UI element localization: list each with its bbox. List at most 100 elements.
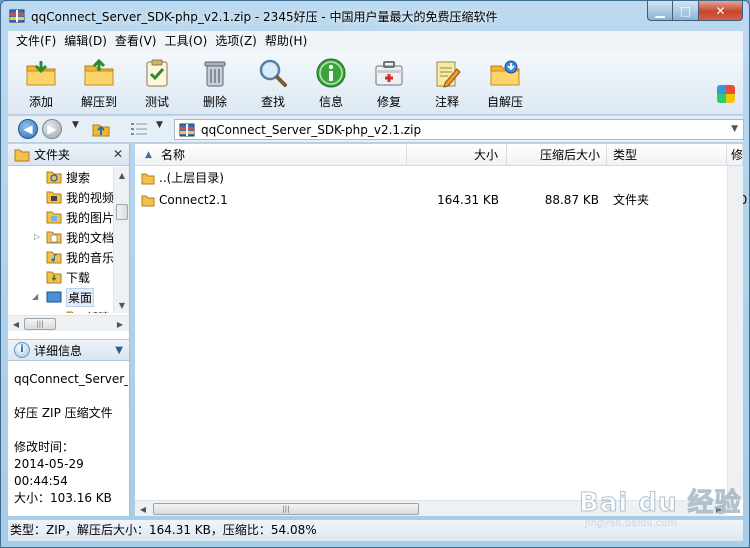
scroll-thumb[interactable]: ||| bbox=[24, 318, 56, 330]
test-label: 测试 bbox=[144, 95, 169, 109]
column-header-packed[interactable]: 压缩后大小 bbox=[507, 144, 607, 166]
comment-button[interactable]: 注释 bbox=[418, 51, 476, 113]
table-row[interactable]: Connect2.1 164.31 KB 88.87 KB 文件夹 20 bbox=[135, 189, 747, 211]
add-folder-icon bbox=[26, 61, 56, 86]
tree-item-new[interactable]: 新建 bbox=[66, 307, 110, 313]
sfx-label: 自解压 bbox=[486, 95, 523, 109]
left-pane: 文件夹 ✕ 搜索 我的视频 ▷ 我的图片 我的文档 我的音乐 下载 ◢ 桌面 ▲… bbox=[8, 144, 130, 516]
column-header-label: 压缩后大小 bbox=[539, 148, 600, 162]
add-button[interactable]: 添加 bbox=[12, 51, 70, 113]
address-field[interactable]: qqConnect_Server_SDK-php_v2.1.zip ▼ bbox=[174, 119, 744, 140]
back-button[interactable]: ◀ bbox=[18, 119, 38, 139]
tree-item-documents[interactable]: 我的文档 bbox=[46, 227, 113, 247]
status-text: 类型：ZIP，解压后大小：164.31 KB，压缩比：54.08% bbox=[10, 523, 317, 537]
column-header-name[interactable]: ▲ 名称 bbox=[135, 144, 407, 166]
tree-item-label: 搜索 bbox=[66, 170, 91, 185]
parent-folder-icon bbox=[141, 173, 155, 184]
detail-filename: qqConnect_Server_ bbox=[14, 372, 128, 386]
skin-icon[interactable] bbox=[717, 85, 735, 103]
minimize-icon: ▁ bbox=[655, 3, 665, 18]
find-button[interactable]: 查找 bbox=[244, 51, 302, 113]
tree-item-label: 下载 bbox=[66, 270, 91, 285]
tree-item-label: 我的音乐 bbox=[66, 250, 113, 265]
zip-file-icon bbox=[179, 123, 195, 136]
arrow-left-icon: ◀ bbox=[23, 122, 33, 136]
table-row[interactable]: ..(上层目录) bbox=[135, 167, 727, 189]
tree-item-music[interactable]: 我的音乐 bbox=[46, 247, 113, 267]
folders-pane-header: 文件夹 ✕ bbox=[8, 144, 129, 166]
folder-icon bbox=[141, 195, 155, 206]
detail-modified-date: 2014-05-29 bbox=[14, 457, 84, 471]
document-folder-icon bbox=[46, 231, 62, 244]
info-label: 信息 bbox=[318, 95, 343, 109]
tree-item-desktop[interactable]: 桌面 bbox=[46, 287, 95, 307]
scroll-thumb[interactable]: ||| bbox=[153, 503, 419, 515]
info-icon: i bbox=[14, 342, 30, 358]
chevron-down-icon[interactable]: ◢ bbox=[32, 292, 38, 301]
column-header-type[interactable]: 类型 bbox=[607, 144, 727, 166]
test-button[interactable]: 测试 bbox=[128, 51, 186, 113]
download-folder-icon bbox=[46, 271, 62, 284]
detail-spacer bbox=[14, 388, 128, 405]
file-name: ..(上层目录) bbox=[159, 171, 224, 185]
extract-button[interactable]: 解压到 bbox=[70, 51, 128, 113]
chevron-down-icon[interactable]: ▼ bbox=[731, 124, 738, 134]
details-pane-header[interactable]: i 详细信息 ▼ bbox=[8, 339, 129, 361]
sfx-folder-icon bbox=[490, 60, 520, 86]
info-button[interactable]: 信息 bbox=[302, 51, 360, 113]
tree-item-label: 我的图片 bbox=[66, 210, 113, 225]
scroll-left-icon[interactable]: ◀ bbox=[135, 501, 151, 517]
repair-button[interactable]: 修复 bbox=[360, 51, 418, 113]
close-button[interactable]: ✕ bbox=[699, 1, 743, 21]
folder-tree-vscrollbar[interactable]: ▲ ▼ bbox=[113, 167, 129, 313]
menu-edit[interactable]: 编辑(D) bbox=[60, 31, 111, 51]
tree-item-search[interactable]: 搜索 bbox=[46, 167, 90, 187]
menu-options[interactable]: 选项(Z) bbox=[211, 31, 261, 51]
scroll-left-icon[interactable]: ◀ bbox=[8, 316, 24, 332]
minimize-button[interactable]: ▁ bbox=[647, 1, 673, 21]
forward-button[interactable]: ▶ bbox=[42, 119, 62, 139]
menu-tools[interactable]: 工具(O) bbox=[160, 31, 211, 51]
column-header-modified[interactable]: 修 bbox=[727, 144, 743, 166]
chevron-down-icon[interactable]: ▼ bbox=[115, 345, 123, 356]
arrow-right-icon: ▶ bbox=[47, 122, 57, 136]
file-packed-size: 88.87 KB bbox=[544, 193, 599, 207]
history-dropdown-icon[interactable]: ▼ bbox=[72, 120, 79, 130]
view-mode-icon[interactable] bbox=[131, 123, 147, 135]
menu-view[interactable]: 查看(V) bbox=[111, 31, 161, 51]
folder-tree-hscrollbar[interactable]: ◀ ||| ▶ bbox=[8, 315, 129, 331]
trash-icon bbox=[204, 61, 226, 87]
tree-item-videos[interactable]: 我的视频 bbox=[46, 187, 113, 207]
scroll-down-icon[interactable]: ▼ bbox=[114, 297, 130, 313]
menu-file[interactable]: 文件(F) bbox=[12, 31, 60, 51]
menu-help[interactable]: 帮助(H) bbox=[261, 31, 311, 51]
file-name: Connect2.1 bbox=[159, 193, 228, 207]
menu-bar: 文件(F) 编辑(D) 查看(V) 工具(O) 选项(Z) 帮助(H) bbox=[8, 31, 743, 51]
tree-item-pictures[interactable]: 我的图片 bbox=[46, 207, 113, 227]
tree-item-downloads[interactable]: 下载 bbox=[46, 267, 90, 287]
scroll-right-icon[interactable]: ▶ bbox=[112, 316, 128, 332]
detail-modified-label: 修改时间： bbox=[14, 440, 75, 454]
sfx-button[interactable]: 自解压 bbox=[476, 51, 534, 113]
chevron-right-icon[interactable]: ▷ bbox=[34, 232, 40, 241]
add-label: 添加 bbox=[28, 95, 53, 109]
scroll-up-icon[interactable]: ▲ bbox=[114, 167, 130, 183]
close-icon: ✕ bbox=[715, 3, 726, 18]
title-bar[interactable]: qqConnect_Server_SDK-php_v2.1.zip - 2345… bbox=[1, 1, 749, 31]
watermark-url: jingyan.baidu.com bbox=[585, 518, 678, 529]
toolbar: 添加 解压到 测试 删除 查找 信息 修复 注释 自解压 bbox=[8, 51, 743, 115]
view-dropdown-icon[interactable]: ▼ bbox=[156, 120, 163, 130]
column-header-label: 名称 bbox=[161, 148, 186, 162]
folder-tree: 搜索 我的视频 ▷ 我的图片 我的文档 我的音乐 下载 ◢ 桌面 bbox=[8, 167, 113, 313]
close-icon[interactable]: ✕ bbox=[113, 147, 123, 161]
file-size: 164.31 KB bbox=[437, 193, 499, 207]
column-header-size[interactable]: 大小 bbox=[407, 144, 507, 166]
watermark-brand: Bai du 经验 bbox=[579, 488, 742, 519]
repair-label: 修复 bbox=[376, 95, 401, 109]
scroll-thumb[interactable] bbox=[116, 204, 128, 220]
maximize-button[interactable]: □ bbox=[673, 1, 699, 21]
file-list-vscrollbar[interactable] bbox=[727, 166, 743, 500]
window-title: qqConnect_Server_SDK-php_v2.1.zip - 2345… bbox=[31, 10, 498, 24]
up-folder-icon[interactable] bbox=[92, 121, 110, 137]
delete-button[interactable]: 删除 bbox=[186, 51, 244, 113]
